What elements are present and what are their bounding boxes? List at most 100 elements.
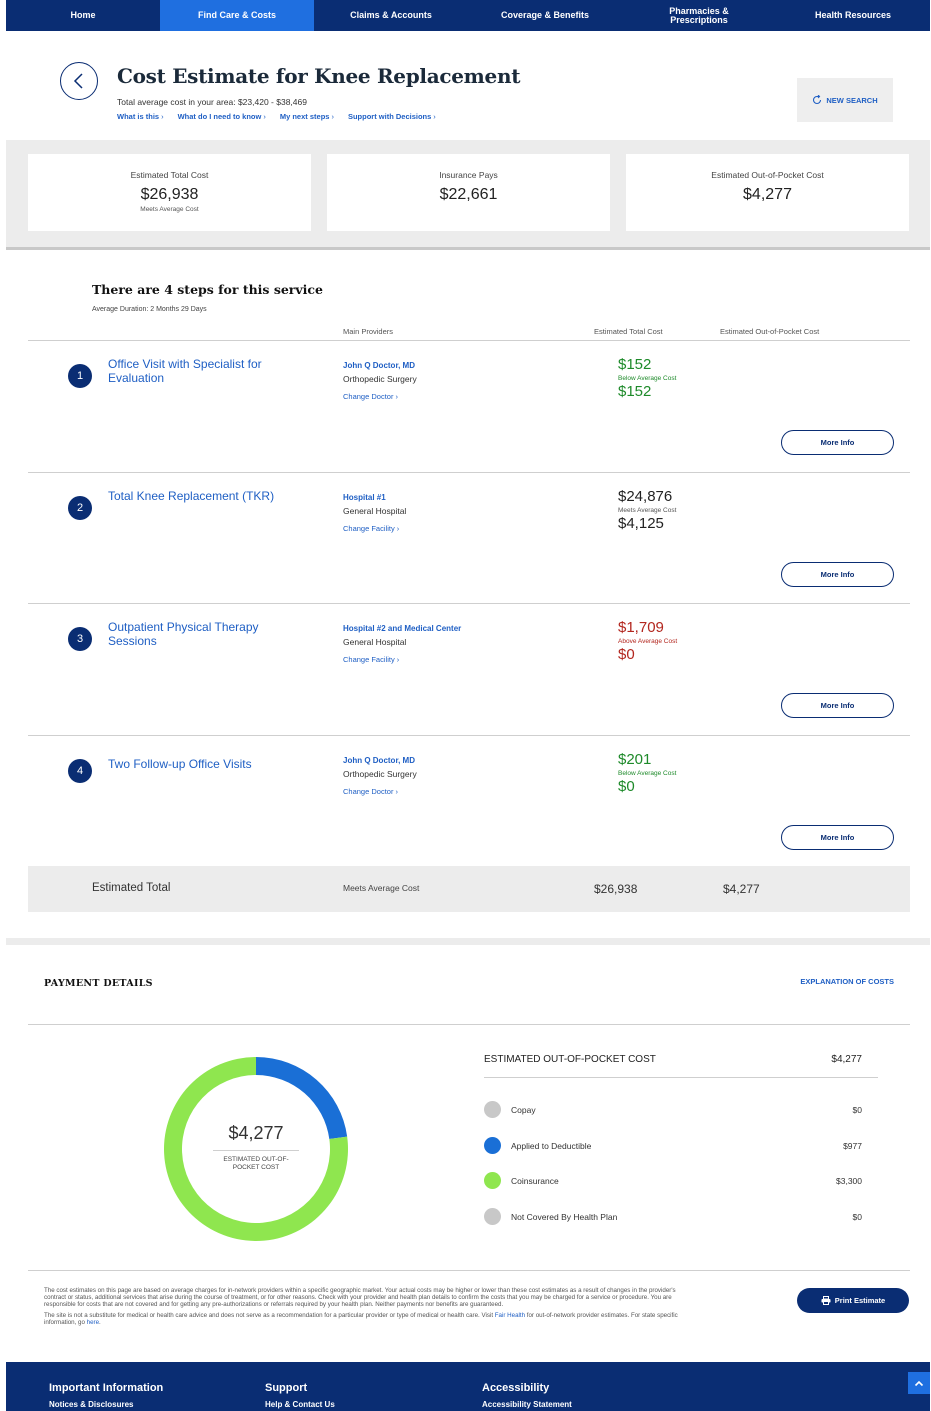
refresh-icon <box>813 95 822 105</box>
step-oop-cost: $0 <box>618 646 635 663</box>
nav-item-home[interactable]: Home <box>6 0 160 31</box>
footer-column-accessibility: Accessibility Accessibility Statement <box>482 1382 572 1409</box>
new-search-button[interactable]: NEW SEARCH <box>797 78 893 122</box>
step-oop-cost: $4,125 <box>618 515 664 532</box>
step-row: 3 Outpatient Physical Therapy Sessions H… <box>28 604 910 735</box>
chevron-right-icon: › <box>263 112 266 121</box>
donut-center-label: ESTIMATED OUT-OF-POCKET COST <box>223 1156 289 1171</box>
step-number-badge: 1 <box>68 364 92 388</box>
provider-specialty: Orthopedic Surgery <box>343 769 417 779</box>
provider-name-link[interactable]: John Q Doctor, MD <box>343 756 415 765</box>
change-doctor-link[interactable]: Change Doctor › <box>343 392 398 401</box>
nav-item-claims-accounts[interactable]: Claims & Accounts <box>314 0 468 31</box>
legend-row-copay: Copay $0 <box>484 1101 862 1118</box>
chevron-left-icon <box>73 73 83 89</box>
donut-center-amount: $4,277 <box>228 1123 284 1143</box>
link-support-with-decisions[interactable]: Support with Decisions › <box>348 112 436 121</box>
estimated-total-cost: $26,938 <box>594 882 638 896</box>
provider-specialty: General Hospital <box>343 637 407 647</box>
legend-swatch <box>484 1172 501 1189</box>
cost-comparison-note: Meets Average Cost <box>618 507 677 514</box>
step-total-cost: $24,876 <box>618 488 673 505</box>
top-navigation: Home Find Care & Costs Claims & Accounts… <box>6 0 930 31</box>
step-name-link[interactable]: Outpatient Physical Therapy Sessions <box>108 620 278 648</box>
step-name-link[interactable]: Office Visit with Specialist for Evaluat… <box>108 357 278 385</box>
page-title: Cost Estimate for Knee Replacement <box>117 64 521 88</box>
nav-item-health-resources[interactable]: Health Resources <box>776 0 930 31</box>
oop-breakdown-heading: ESTIMATED OUT-OF-POCKET COST <box>484 1054 656 1065</box>
change-doctor-link[interactable]: Change Doctor › <box>343 787 398 796</box>
estimated-total-row: Estimated Total Meets Average Cost $26,9… <box>28 866 910 912</box>
footer-link-help[interactable]: Help & Contact Us <box>265 1400 335 1409</box>
link-what-is-this[interactable]: What is this › <box>117 112 164 121</box>
provider-name-link[interactable]: Hospital #1 <box>343 493 386 502</box>
site-footer: Important Information Notices & Disclosu… <box>6 1362 930 1411</box>
chevron-right-icon: › <box>395 392 399 401</box>
legend-swatch <box>484 1208 501 1225</box>
fair-health-link[interactable]: Fair Health <box>495 1312 525 1319</box>
step-name-link[interactable]: Total Knee Replacement (TKR) <box>108 489 278 503</box>
footer-column-support: Support Help & Contact Us <box>265 1382 335 1409</box>
cost-comparison-note: Below Average Cost <box>618 770 677 777</box>
cost-comparison-note: Above Average Cost <box>618 638 678 645</box>
steps-title: There are 4 steps for this service <box>92 282 323 297</box>
chevron-right-icon: › <box>331 112 334 121</box>
legend-swatch <box>484 1137 501 1154</box>
back-button[interactable] <box>60 62 98 100</box>
change-facility-link[interactable]: Change Facility › <box>343 524 399 533</box>
more-info-button[interactable]: More Info <box>781 430 894 455</box>
provider-specialty: Orthopedic Surgery <box>343 374 417 384</box>
provider-name-link[interactable]: John Q Doctor, MD <box>343 361 415 370</box>
legend-row-deductible: Applied to Deductible $977 <box>484 1137 862 1154</box>
chevron-right-icon: › <box>433 112 436 121</box>
step-total-cost: $201 <box>618 751 652 768</box>
step-number-badge: 3 <box>68 627 92 651</box>
legend-row-coinsurance: Coinsurance $3,300 <box>484 1172 862 1189</box>
link-my-next-steps[interactable]: My next steps › <box>280 112 334 121</box>
chevron-up-icon <box>914 1380 924 1386</box>
step-row: 2 Total Knee Replacement (TKR) Hospital … <box>28 473 910 604</box>
change-facility-link[interactable]: Change Facility › <box>343 655 399 664</box>
help-links: What is this › What do I need to know › My… <box>117 112 436 121</box>
printer-icon <box>821 1296 831 1305</box>
step-row: 4 Two Follow-up Office Visits John Q Doc… <box>28 736 910 867</box>
nav-item-find-care-costs[interactable]: Find Care & Costs <box>160 0 314 31</box>
scroll-to-top-button[interactable] <box>908 1372 930 1394</box>
more-info-button[interactable]: More Info <box>781 825 894 850</box>
summary-card-out-of-pocket: Estimated Out-of-Pocket Cost $4,277 <box>626 154 909 231</box>
divider <box>484 1077 878 1078</box>
more-info-button[interactable]: More Info <box>781 562 894 587</box>
footer-link-notices[interactable]: Notices & Disclosures <box>49 1400 163 1409</box>
divider <box>28 1024 910 1025</box>
legend-row-not-covered: Not Covered By Health Plan $0 <box>484 1208 862 1225</box>
estimated-total-note: Meets Average Cost <box>343 883 420 893</box>
more-info-button[interactable]: More Info <box>781 693 894 718</box>
divider <box>28 1270 910 1271</box>
estimated-total-oop: $4,277 <box>723 882 760 896</box>
column-header-total-cost: Estimated Total Cost <box>594 327 663 336</box>
step-oop-cost: $152 <box>618 383 652 400</box>
payment-details-title: PAYMENT DETAILS <box>44 978 153 989</box>
column-header-main-providers: Main Providers <box>343 327 394 336</box>
column-header-oop-cost: Estimated Out-of-Pocket Cost <box>720 327 820 336</box>
oop-breakdown-total: $4,277 <box>831 1054 862 1065</box>
step-oop-cost: $0 <box>618 778 635 795</box>
link-what-do-i-need-to-know[interactable]: What do I need to know › <box>178 112 266 121</box>
print-estimate-button[interactable]: Print Estimate <box>797 1288 909 1313</box>
step-name-link[interactable]: Two Follow-up Office Visits <box>108 757 278 771</box>
step-number-badge: 4 <box>68 759 92 783</box>
step-total-cost: $1,709 <box>618 619 664 636</box>
cost-comparison-note: Below Average Cost <box>618 375 677 382</box>
state-info-link[interactable]: here <box>87 1319 99 1326</box>
footer-link-accessibility-statement[interactable]: Accessibility Statement <box>482 1400 572 1409</box>
disclaimer-text: The cost estimates on this page are base… <box>44 1287 678 1326</box>
nav-item-pharmacies-prescriptions[interactable]: Pharmacies & Prescriptions <box>622 0 776 31</box>
oop-donut-chart <box>164 1057 348 1241</box>
footer-column-important-information: Important Information Notices & Disclosu… <box>49 1382 164 1409</box>
nav-item-coverage-benefits[interactable]: Coverage & Benefits <box>468 0 622 31</box>
provider-name-link[interactable]: Hospital #2 and Medical Center <box>343 624 461 633</box>
step-row: 1 Office Visit with Specialist for Evalu… <box>28 341 910 472</box>
average-duration: Average Duration: 2 Months 29 Days <box>92 306 207 313</box>
explanation-of-costs-link[interactable]: EXPLANATION OF COSTS <box>800 977 894 986</box>
chevron-right-icon: › <box>161 112 164 121</box>
